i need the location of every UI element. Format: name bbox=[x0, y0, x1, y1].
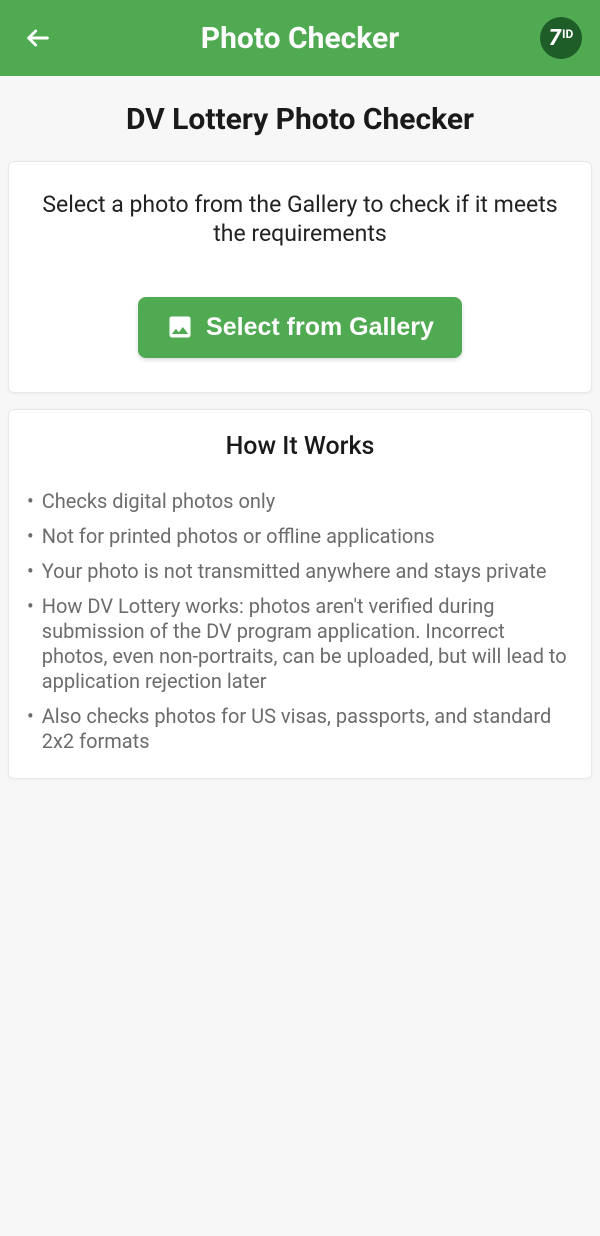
header-title: Photo Checker bbox=[201, 21, 399, 56]
select-from-gallery-button[interactable]: Select from Gallery bbox=[138, 297, 462, 358]
list-item: •Checks digital photos only bbox=[27, 489, 573, 514]
page-title: DV Lottery Photo Checker bbox=[0, 76, 600, 161]
list-item: •Also checks photos for US visas, passpo… bbox=[27, 704, 573, 754]
instruction-text: Select a photo from the Gallery to check… bbox=[29, 190, 571, 249]
how-it-works-card: How It Works •Checks digital photos only… bbox=[8, 409, 592, 779]
how-it-works-title: How It Works bbox=[27, 432, 573, 461]
list-item: •How DV Lottery works: photos aren't ver… bbox=[27, 594, 573, 694]
back-arrow-icon bbox=[24, 24, 52, 52]
list-item: •Not for printed photos or offline appli… bbox=[27, 524, 573, 549]
how-it-works-list: •Checks digital photos only •Not for pri… bbox=[27, 489, 573, 754]
app-header: Photo Checker 7ID bbox=[0, 0, 600, 76]
photo-selection-card: Select a photo from the Gallery to check… bbox=[8, 161, 592, 393]
app-logo-icon: 7ID bbox=[540, 17, 582, 59]
image-icon bbox=[166, 313, 194, 341]
back-button[interactable] bbox=[18, 18, 58, 58]
list-item: •Your photo is not transmitted anywhere … bbox=[27, 559, 573, 584]
gallery-button-label: Select from Gallery bbox=[206, 313, 434, 342]
